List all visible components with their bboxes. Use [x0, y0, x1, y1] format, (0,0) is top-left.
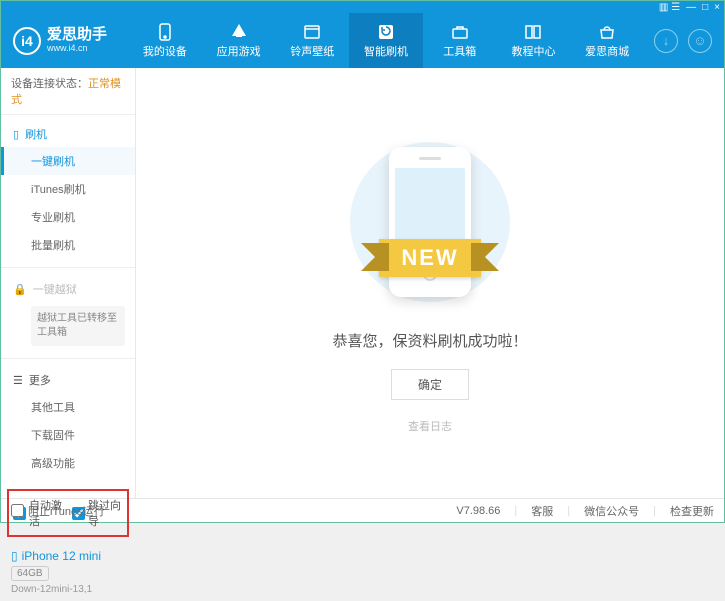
- logo-icon: i4: [13, 27, 41, 55]
- apps-icon: [230, 23, 248, 41]
- phone-speaker: [419, 157, 441, 160]
- sidebar: 设备连接状态：正常模式 ▯ 刷机 一键刷机 iTunes刷机 专业刷机 批量刷机…: [1, 68, 136, 498]
- sidebar-item-itunes-flash[interactable]: iTunes刷机: [1, 175, 135, 203]
- refresh-icon: [377, 23, 395, 41]
- section-label: 更多: [29, 372, 51, 388]
- app-url: www.i4.cn: [47, 44, 107, 54]
- device-info[interactable]: ▯ iPhone 12 mini 64GB Down-12mini-13,1: [1, 543, 135, 601]
- divider: |: [567, 505, 570, 517]
- divider: |: [653, 505, 656, 517]
- nav-label: 教程中心: [511, 43, 555, 59]
- nav-smart-flash[interactable]: 智能刷机: [349, 13, 423, 68]
- checkbox-block-itunes[interactable]: 阻止iTunes运行: [11, 503, 105, 519]
- sidebar-item-download-firmware[interactable]: 下载固件: [1, 421, 135, 449]
- title-bar: ▥ ☰ — □ ×: [1, 1, 724, 13]
- toolbox-icon: [451, 23, 469, 41]
- nav-tutorials[interactable]: 教程中心: [497, 13, 571, 68]
- success-message: 恭喜您，保资料刷机成功啦！: [332, 330, 527, 351]
- sidebar-item-other-tools[interactable]: 其他工具: [1, 393, 135, 421]
- section-title-flash[interactable]: ▯ 刷机: [1, 121, 135, 147]
- nav-label: 爱思商城: [585, 43, 629, 59]
- menu-icon[interactable]: ▥ ☰: [659, 2, 680, 13]
- main-content: NEW 恭喜您，保资料刷机成功啦！ 确定 查看日志: [136, 68, 724, 498]
- section-title-jailbreak: 🔒 一键越狱: [1, 276, 135, 302]
- section-jailbreak: 🔒 一键越狱 越狱工具已转移至工具箱: [1, 270, 135, 356]
- nav-label: 智能刷机: [364, 43, 408, 59]
- store-icon: [598, 23, 616, 41]
- nav-ringtones[interactable]: 铃声壁纸: [275, 13, 349, 68]
- maximize-icon[interactable]: □: [702, 2, 708, 13]
- nav-my-device[interactable]: 我的设备: [128, 13, 202, 68]
- nav-apps-games[interactable]: 应用游戏: [202, 13, 276, 68]
- success-illustration: NEW: [330, 132, 530, 312]
- support-link[interactable]: 客服: [531, 503, 553, 519]
- divider: [1, 267, 135, 268]
- section-flash: ▯ 刷机 一键刷机 iTunes刷机 专业刷机 批量刷机: [1, 115, 135, 265]
- close-icon[interactable]: ×: [714, 2, 720, 13]
- download-icon[interactable]: ↓: [654, 29, 678, 53]
- list-icon: ☰: [13, 374, 23, 387]
- main-nav: 我的设备 应用游戏 铃声壁纸 智能刷机 工具箱 教程中心: [128, 13, 644, 68]
- sidebar-item-batch-flash[interactable]: 批量刷机: [1, 231, 135, 259]
- minimize-icon[interactable]: —: [686, 2, 696, 13]
- wechat-link[interactable]: 微信公众号: [584, 503, 639, 519]
- checkbox-label: 阻止iTunes运行: [28, 503, 105, 519]
- section-label: 刷机: [25, 126, 47, 142]
- check-update-link[interactable]: 检查更新: [670, 503, 714, 519]
- divider: |: [514, 505, 517, 517]
- jailbreak-note: 越狱工具已转移至工具箱: [31, 306, 125, 346]
- user-icon[interactable]: ☺: [688, 29, 712, 53]
- device-name: ▯ iPhone 12 mini: [11, 549, 125, 563]
- section-title-more[interactable]: ☰ 更多: [1, 367, 135, 393]
- nav-label: 工具箱: [443, 43, 476, 59]
- book-icon: [524, 23, 542, 41]
- checkbox-input[interactable]: [11, 504, 24, 517]
- header: i4 爱思助手 www.i4.cn 我的设备 应用游戏 铃声壁纸 智能刷机: [1, 13, 724, 68]
- version-label: V7.98.66: [456, 505, 500, 517]
- nav-toolbox[interactable]: 工具箱: [423, 13, 497, 68]
- new-ribbon: NEW: [379, 239, 480, 277]
- body: 设备连接状态：正常模式 ▯ 刷机 一键刷机 iTunes刷机 专业刷机 批量刷机…: [1, 68, 724, 498]
- wallpaper-icon: [303, 23, 321, 41]
- section-label: 一键越狱: [33, 281, 77, 297]
- nav-label: 铃声壁纸: [290, 43, 334, 59]
- device-name-text: iPhone 12 mini: [22, 549, 101, 563]
- nav-store[interactable]: 爱思商城: [570, 13, 644, 68]
- device-subtext: Down-12mini-13,1: [11, 584, 125, 595]
- logo-text: 爱思助手 www.i4.cn: [47, 27, 107, 53]
- logo: i4 爱思助手 www.i4.cn: [13, 27, 128, 55]
- phone-icon: ▯: [11, 549, 18, 563]
- app-window: ▥ ☰ — □ × i4 爱思助手 www.i4.cn 我的设备 应用游戏 铃声…: [0, 0, 725, 523]
- nav-label: 应用游戏: [217, 43, 261, 59]
- connection-status: 设备连接状态：正常模式: [1, 68, 135, 115]
- sidebar-item-advanced[interactable]: 高级功能: [1, 449, 135, 477]
- sidebar-item-oneclick-flash[interactable]: 一键刷机: [1, 147, 135, 175]
- section-more: ☰ 更多 其他工具 下载固件 高级功能: [1, 361, 135, 483]
- phone-small-icon: ▯: [13, 128, 19, 141]
- phone-icon: [156, 23, 174, 41]
- ok-button[interactable]: 确定: [391, 369, 469, 400]
- storage-badge: 64GB: [11, 566, 49, 581]
- header-actions: ↓ ☺: [654, 29, 712, 53]
- sidebar-item-pro-flash[interactable]: 专业刷机: [1, 203, 135, 231]
- app-name: 爱思助手: [47, 27, 107, 44]
- nav-label: 我的设备: [143, 43, 187, 59]
- lock-icon: 🔒: [13, 283, 27, 296]
- divider: [1, 358, 135, 359]
- view-log-link[interactable]: 查看日志: [408, 418, 452, 434]
- footer-right: V7.98.66 | 客服 | 微信公众号 | 检查更新: [456, 503, 714, 519]
- status-label: 设备连接状态：: [11, 78, 88, 90]
